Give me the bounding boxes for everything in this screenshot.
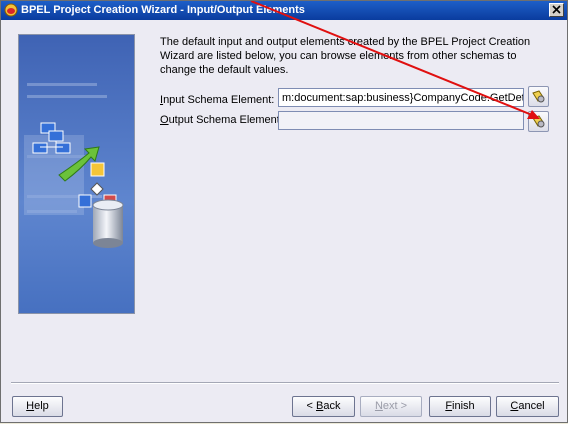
instructions-text: The default input and output elements cr…	[160, 36, 531, 76]
finish-button[interactable]: Finish	[429, 396, 491, 417]
window-title: BPEL Project Creation Wizard - Input/Out…	[21, 4, 305, 16]
output-schema-browse-button[interactable]	[528, 111, 549, 132]
input-schema-browse-button[interactable]	[528, 86, 549, 107]
close-button[interactable]	[549, 3, 564, 17]
next-button[interactable]: Next >	[360, 396, 422, 417]
flashlight-browse-icon	[532, 115, 545, 128]
output-schema-label: Output Schema Element:	[160, 114, 283, 126]
flashlight-browse-icon	[532, 90, 545, 103]
wizard-window: BPEL Project Creation Wizard - Input/Out…	[0, 0, 568, 423]
input-schema-field[interactable]	[278, 88, 524, 107]
input-schema-label: Input Schema Element:	[160, 94, 275, 106]
app-icon	[4, 3, 18, 17]
output-schema-field[interactable]	[278, 111, 524, 130]
back-button[interactable]: < Back	[292, 396, 355, 417]
close-icon	[552, 5, 561, 14]
title-bar[interactable]: BPEL Project Creation Wizard - Input/Out…	[1, 1, 567, 20]
help-button[interactable]: Help	[12, 396, 63, 417]
wizard-side-image	[18, 34, 135, 314]
button-separator	[11, 382, 559, 384]
cancel-button[interactable]: Cancel	[496, 396, 559, 417]
